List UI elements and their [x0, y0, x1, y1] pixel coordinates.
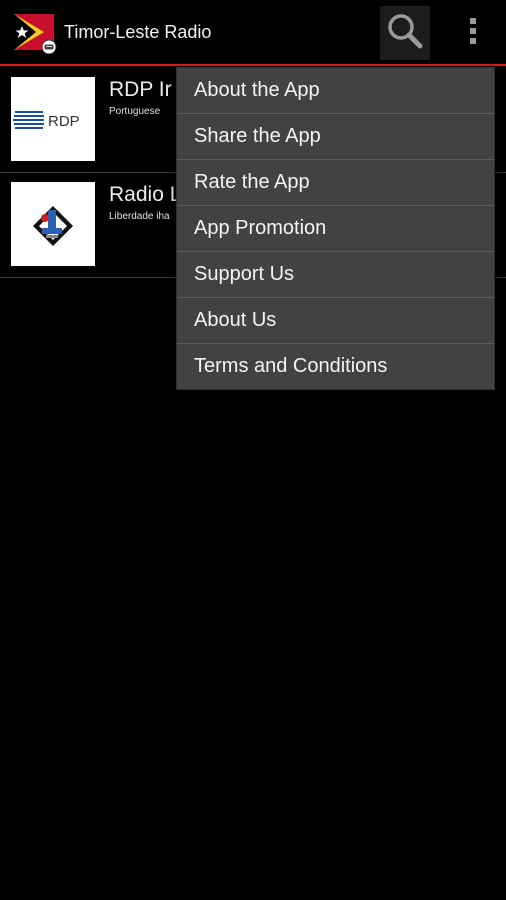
rdp-logo: RDP	[11, 77, 95, 161]
menu-item-terms-and-conditions[interactable]: Terms and Conditions	[177, 344, 494, 389]
station-name: RDP Ir	[109, 78, 172, 101]
menu-item-share-the-app[interactable]: Share the App	[177, 114, 494, 160]
radio-liberdade-logo	[11, 182, 95, 266]
menu-item-app-promotion[interactable]: App Promotion	[177, 206, 494, 252]
app-title: Timor-Leste Radio	[64, 22, 212, 42]
station-name: Radio L	[109, 183, 182, 206]
station-description: Liberdade iha	[109, 211, 170, 222]
overflow-menu: About the App Share the App Rate the App…	[176, 67, 495, 390]
menu-item-support-us[interactable]: Support Us	[177, 252, 494, 298]
app-logo-icon[interactable]	[14, 14, 58, 55]
menu-item-about-the-app[interactable]: About the App	[177, 68, 494, 114]
menu-item-about-us[interactable]: About Us	[177, 298, 494, 344]
search-icon	[386, 12, 424, 55]
station-description: Portuguese	[109, 106, 161, 117]
search-button[interactable]	[380, 6, 430, 60]
overflow-menu-button[interactable]	[448, 6, 498, 60]
action-bar: Timor-Leste Radio	[0, 0, 506, 66]
svg-text:RDP: RDP	[48, 113, 80, 130]
menu-item-rate-the-app[interactable]: Rate the App	[177, 160, 494, 206]
overflow-menu-icon	[468, 16, 478, 51]
